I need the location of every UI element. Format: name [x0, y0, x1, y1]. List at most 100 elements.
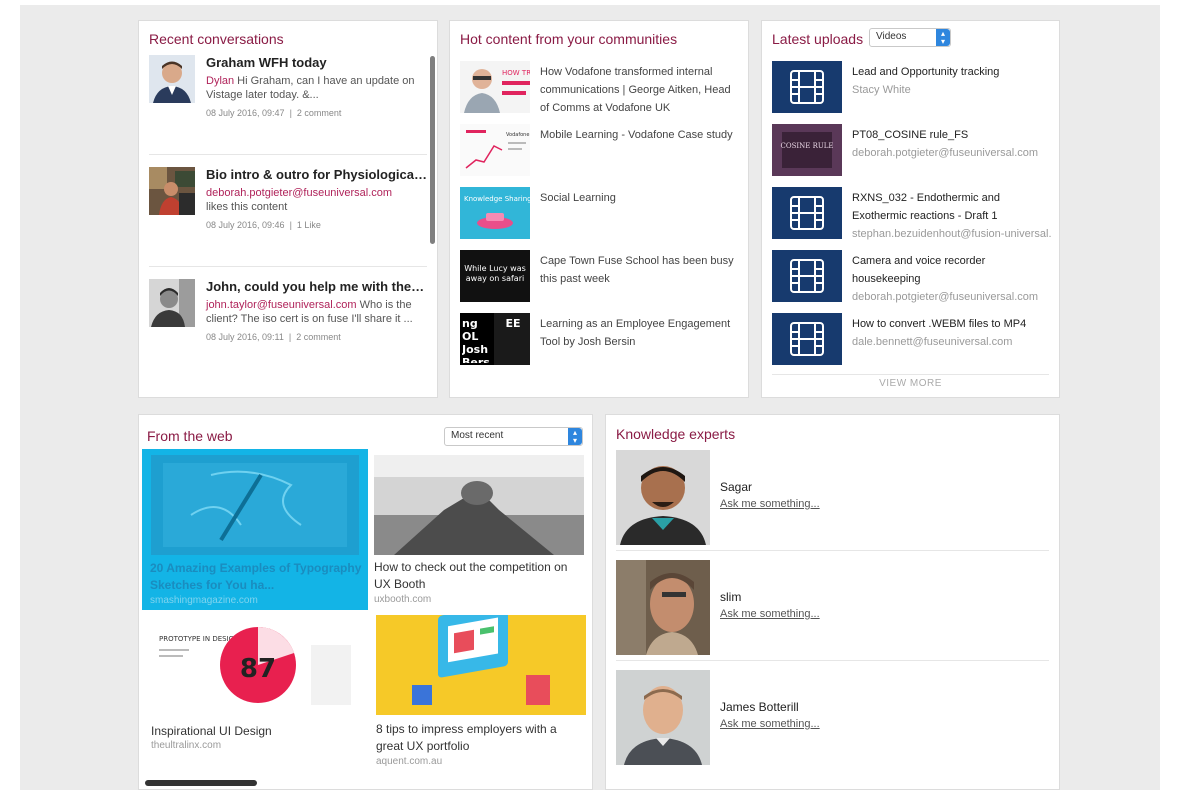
- article-source: aquent.com.au: [376, 756, 443, 767]
- conversation-stat[interactable]: 2 comment: [296, 332, 341, 342]
- avatar: [149, 167, 195, 215]
- uploads-type-value: Videos: [876, 31, 907, 42]
- avatar: [616, 560, 710, 655]
- article-title: How to check out the competition on UX B…: [374, 560, 568, 591]
- list-item[interactable]: Camera and voice recorder housekeeping de…: [772, 250, 1057, 303]
- expert-name: Sagar: [720, 480, 753, 494]
- expert-item[interactable]: James Botterill Ask me something...: [616, 670, 1052, 765]
- list-item[interactable]: ng EE OL Josh Bers Learning as an Employ…: [460, 313, 745, 365]
- vertical-scrollbar[interactable]: [430, 56, 435, 244]
- select-arrows-icon: ▴ ▾: [568, 428, 582, 445]
- video-thumbnail: COSINE RULE: [772, 124, 842, 176]
- content-title: How Vodafone transformed internal commun…: [540, 66, 731, 114]
- expert-item[interactable]: slim Ask me something...: [616, 560, 1052, 655]
- ask-me-link[interactable]: Ask me something...: [720, 608, 820, 620]
- list-item[interactable]: Lead and Opportunity tracking Stacy White: [772, 61, 1057, 113]
- list-item[interactable]: While Lucy was away on safari Cape Town …: [460, 250, 745, 302]
- upload-title: Camera and voice recorder housekeeping: [852, 255, 986, 285]
- upload-author: deborah.potgieter@fuseuniversal.com: [852, 291, 1039, 303]
- select-arrows-icon: ▴ ▾: [936, 29, 950, 46]
- expert-name: slim: [720, 590, 742, 604]
- view-more-link[interactable]: VIEW MORE: [762, 378, 1059, 389]
- list-item[interactable]: Vodafone Mobile Learning - Vodafone Case…: [460, 124, 745, 176]
- avatar: [616, 670, 710, 765]
- web-sort-value: Most recent: [451, 430, 504, 441]
- list-item[interactable]: How to convert .WEBM files to MP4 dale.be…: [772, 313, 1057, 365]
- list-item[interactable]: COSINE RULE PT08_COSINE rule_FS deborah.p…: [772, 124, 1057, 176]
- divider: [149, 266, 427, 267]
- content-title: Cape Town Fuse School has been busy this…: [540, 255, 734, 285]
- conversation-title: Bio intro & outro for Physiological...: [206, 167, 428, 182]
- list-item[interactable]: Knowledge Sharing Social Learning: [460, 187, 745, 239]
- upload-title: Lead and Opportunity tracking: [852, 66, 1000, 78]
- content-title: Social Learning: [540, 192, 616, 204]
- ask-me-link[interactable]: Ask me something...: [720, 498, 820, 510]
- list-item[interactable]: RXNS_032 - Endothermic and Exothermic re…: [772, 187, 1057, 240]
- article-source: smashingmagazine.com: [150, 595, 258, 606]
- latest-uploads-title: Latest uploads: [772, 31, 864, 47]
- thumbnail-text: HOW TRANSF INTER V: [502, 69, 530, 77]
- content-thumbnail: ng EE OL Josh Bers: [460, 313, 530, 365]
- conversation-date: 08 July 2016, 09:46: [206, 220, 285, 230]
- film-icon: [772, 61, 842, 113]
- divider: [149, 154, 427, 155]
- conversation-text: likes this content: [206, 201, 288, 213]
- divider: [772, 374, 1049, 375]
- web-article-card[interactable]: 20 Amazing Examples of Typography Sketch…: [142, 449, 368, 610]
- conversation-user-link[interactable]: deborah.potgieter@fuseuniversal.com: [206, 187, 392, 199]
- expert-item[interactable]: Sagar Ask me something...: [616, 450, 1052, 545]
- conversation-date: 08 July 2016, 09:11: [206, 332, 284, 342]
- conversation-title: John, could you help me with thes...: [206, 279, 428, 294]
- content-thumbnail: Knowledge Sharing: [460, 187, 530, 239]
- thumbnail-text: Vodafone: [506, 132, 529, 138]
- article-image: PROTOTYPE IN DESIGN 87: [151, 615, 361, 715]
- article-title: 20 Amazing Examples of Typography Sketch…: [150, 561, 362, 592]
- content-title: Learning as an Employee Engagement Tool …: [540, 318, 731, 348]
- latest-uploads-panel: Latest uploads Videos ▴ ▾ Lead and Opport…: [761, 20, 1060, 398]
- upload-title: How to convert .WEBM files to MP4: [852, 318, 1027, 330]
- thumbnail-text: COSINE RULE: [780, 142, 833, 150]
- divider: [616, 660, 1049, 661]
- thumbnail-number: 87: [240, 654, 276, 684]
- film-icon: [772, 187, 842, 239]
- upload-author: dale.bennett@fuseuniversal.com: [852, 336, 1013, 348]
- conversation-stat[interactable]: 1 Like: [297, 220, 321, 230]
- avatar: [149, 55, 195, 103]
- conversation-user-link[interactable]: Dylan: [206, 75, 234, 87]
- article-image: [374, 455, 584, 555]
- recent-conversations-title: Recent conversations: [149, 31, 284, 47]
- thumbnail-text: ng EE OL Josh Bers: [462, 317, 521, 363]
- content-thumbnail: While Lucy was away on safari: [460, 250, 530, 302]
- ask-me-link[interactable]: Ask me something...: [720, 718, 820, 730]
- horizontal-scrollbar[interactable]: [145, 780, 257, 786]
- article-image: [151, 455, 359, 555]
- from-the-web-title: From the web: [147, 428, 233, 444]
- conversation-user-link[interactable]: john.taylor@fuseuniversal.com: [206, 299, 357, 311]
- web-article-card[interactable]: 8 tips to impress employers with a great…: [376, 615, 586, 775]
- web-article-card[interactable]: How to check out the competition on UX B…: [374, 455, 584, 610]
- web-article-card[interactable]: PROTOTYPE IN DESIGN 87 Inspirational UI D…: [151, 615, 361, 755]
- thumbnail-text: While Lucy was away on safari: [464, 264, 526, 283]
- upload-author: deborah.potgieter@fuseuniversal.com: [852, 147, 1039, 159]
- expert-name: James Botterill: [720, 700, 799, 714]
- article-source: uxbooth.com: [374, 594, 432, 605]
- conversation-date: 08 July 2016, 09:47: [206, 108, 285, 118]
- avatar: [616, 450, 710, 545]
- divider: [616, 550, 1049, 551]
- list-item[interactable]: HOW TRANSF INTER V How Vodafone transfor…: [460, 61, 745, 114]
- uploads-type-select[interactable]: Videos ▴ ▾: [869, 28, 951, 47]
- film-icon: [772, 250, 842, 302]
- thumbnail-text: Knowledge Sharing: [464, 195, 530, 203]
- avatar: [149, 279, 195, 327]
- article-image: [376, 615, 586, 715]
- recent-conversations-panel: Recent conversations Graham WFH today Dy…: [138, 20, 438, 398]
- knowledge-experts-title: Knowledge experts: [616, 426, 736, 442]
- web-sort-select[interactable]: Most recent ▴ ▾: [444, 427, 583, 446]
- knowledge-experts-panel: Knowledge experts Sagar Ask me something…: [605, 414, 1060, 790]
- upload-author: Stacy White: [852, 84, 911, 96]
- film-icon: [772, 313, 842, 365]
- upload-title: PT08_COSINE rule_FS: [852, 129, 969, 141]
- upload-author: stephan.bezuidenhout@fusion-universal.co…: [852, 228, 1052, 240]
- content-thumbnail: HOW TRANSF INTER V: [460, 61, 530, 113]
- conversation-stat[interactable]: 2 comment: [297, 108, 342, 118]
